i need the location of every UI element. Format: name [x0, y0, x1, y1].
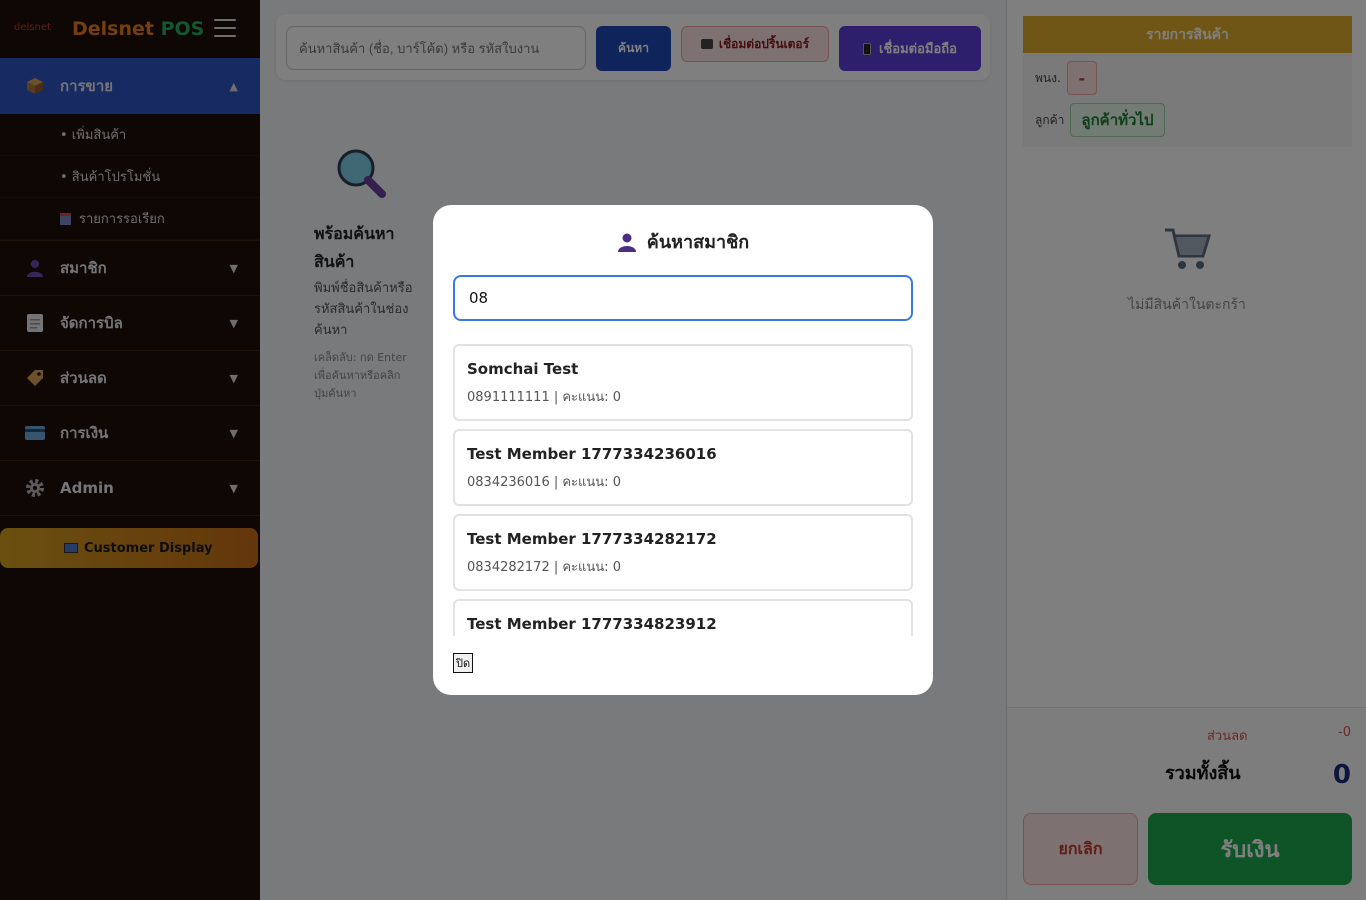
user-icon: [617, 233, 636, 252]
member-results-list[interactable]: Somchai Test 0891111111 | คะแนน: 0 Test …: [453, 344, 913, 636]
member-info: 0834236016 | คะแนน: 0: [467, 475, 621, 490]
member-result-item[interactable]: Test Member 1777334282172 0834282172 | ค…: [453, 514, 913, 591]
member-name: Test Member 1777334282172: [467, 530, 717, 548]
member-info: 0891111111 | คะแนน: 0: [467, 390, 621, 405]
modal-title: ค้นหาสมาชิก: [433, 227, 933, 256]
member-result-item[interactable]: Test Member 1777334236016 0834236016 | ค…: [453, 429, 913, 506]
member-name: Test Member 1777334823912: [467, 615, 717, 633]
member-name: Somchai Test: [467, 360, 579, 378]
member-name: Test Member 1777334236016: [467, 445, 717, 463]
member-result-item[interactable]: Test Member 1777334823912: [453, 599, 913, 636]
close-button[interactable]: ปิด: [453, 653, 474, 673]
member-search-modal: ค้นหาสมาชิก Somchai Test 0891111111 | คะ…: [433, 205, 933, 695]
member-result-item[interactable]: Somchai Test 0891111111 | คะแนน: 0: [453, 344, 913, 421]
member-info: 0834282172 | คะแนน: 0: [467, 560, 621, 575]
member-search-input[interactable]: [453, 275, 913, 321]
